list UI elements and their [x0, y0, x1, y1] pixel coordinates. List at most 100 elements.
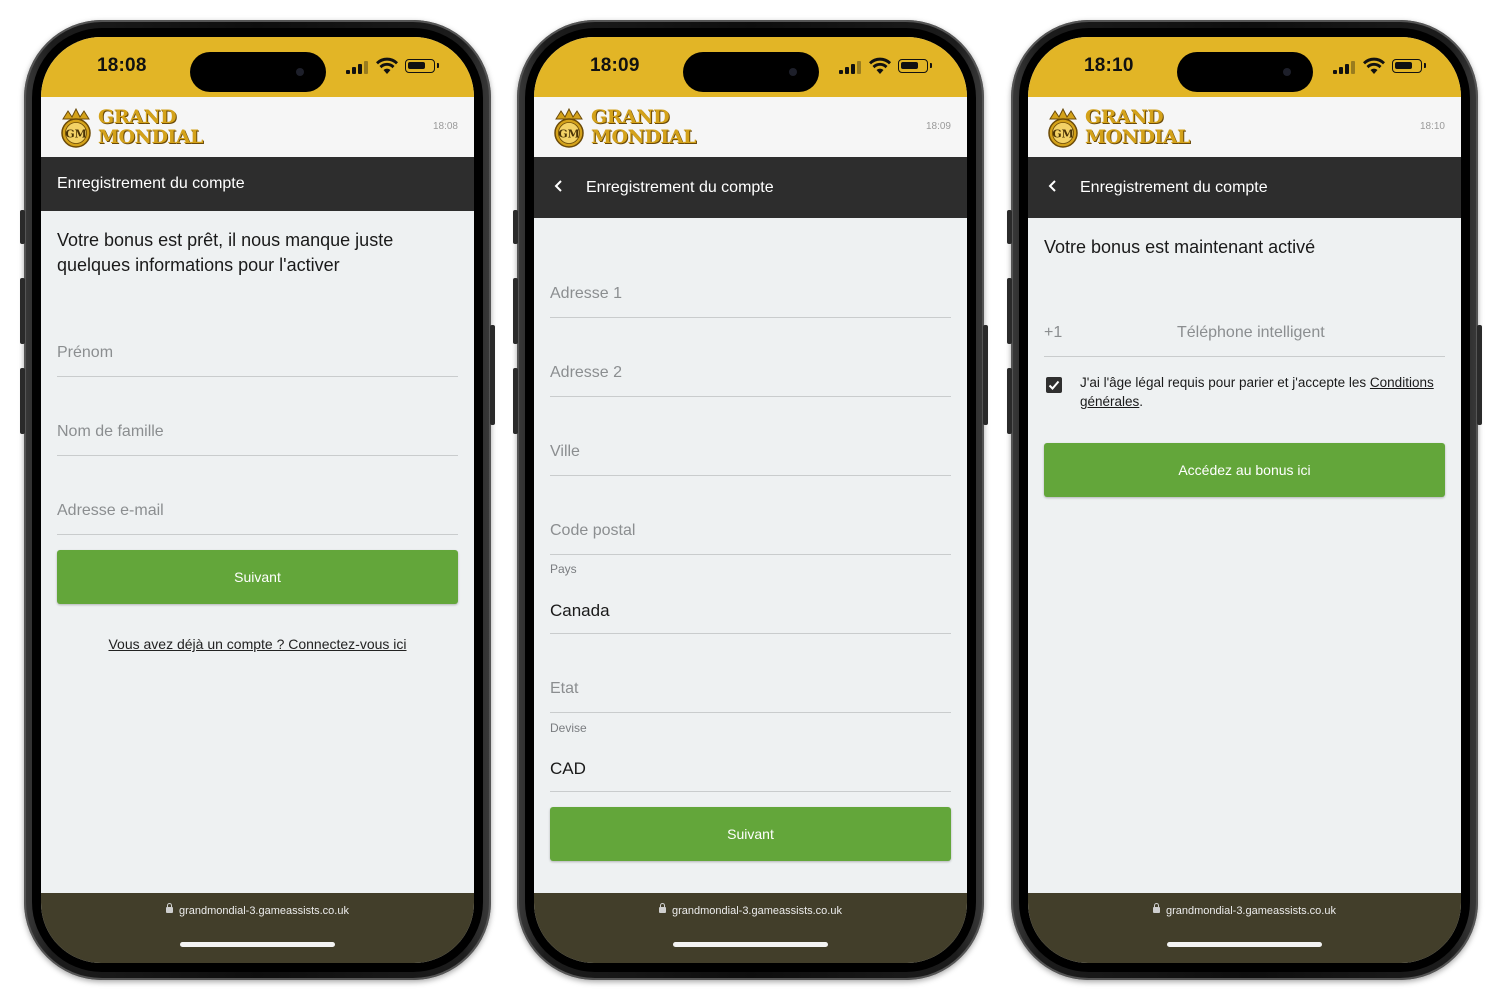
last-name-field[interactable]: Nom de famille — [57, 396, 458, 456]
status-bar: 18:09 — [534, 37, 967, 97]
country-select[interactable]: Pays Canada — [550, 554, 951, 634]
lock-icon — [1153, 903, 1160, 913]
page-clock: 18:09 — [925, 121, 951, 132]
page-title: Enregistrement du compte — [1080, 179, 1268, 196]
state-field[interactable]: Etat — [550, 653, 951, 713]
currency-label: Devise — [550, 721, 587, 735]
logo-bar: GM GRAND MONDIAL 18:09 — [534, 97, 967, 157]
country-value: Canada — [550, 601, 610, 620]
browser-url-bar[interactable]: grandmondial-3.gameassists.co.uk — [534, 893, 967, 963]
consent-row: J'ai l'âge légal requis pour parier et j… — [1044, 373, 1445, 413]
crown-emblem-icon: GM — [61, 107, 91, 148]
dynamic-island — [190, 52, 326, 92]
battery-icon — [405, 59, 439, 73]
form-content: Votre bonus est prêt, il nous manque jus… — [57, 211, 458, 893]
screen-1: 18:08 GM GRAND MONDIAL 18:08 Enregistrem… — [41, 37, 474, 963]
state-placeholder: Etat — [550, 680, 579, 697]
chevron-left-icon[interactable] — [554, 179, 564, 193]
postal-code-placeholder: Code postal — [550, 522, 636, 539]
page-title: Enregistrement du compte — [586, 179, 774, 196]
grand-mondial-logo[interactable]: GM GRAND MONDIAL — [1042, 105, 1202, 151]
currency-value: CAD — [550, 759, 586, 778]
app-header: Enregistrement du compte — [534, 157, 967, 218]
logo-grand: GRAND — [591, 106, 670, 128]
status-time: 18:09 — [590, 55, 640, 76]
logo-mondial: MONDIAL — [98, 126, 203, 148]
phone-frame-1: 18:08 GM GRAND MONDIAL 18:08 Enregistrem… — [20, 20, 495, 980]
country-code-prefix[interactable]: +1 — [1044, 324, 1062, 342]
screen-2: 18:09 GM GRAND MONDIAL 18:09 Enregistrem… — [534, 37, 967, 963]
home-indicator[interactable] — [1167, 942, 1322, 947]
phone-frame-3: 18:10 GM GRAND MONDIAL 18:10 Enregistrem… — [1007, 20, 1482, 980]
status-bar: 18:08 — [41, 37, 474, 97]
page-clock: 18:08 — [432, 121, 458, 132]
browser-url-bar[interactable]: grandmondial-3.gameassists.co.uk — [41, 893, 474, 963]
email-field[interactable]: Adresse e-mail — [57, 475, 458, 535]
address2-placeholder: Adresse 2 — [550, 364, 623, 381]
address1-field[interactable]: Adresse 1 — [550, 258, 951, 318]
bonus-activated-headline: Votre bonus est maintenant activé — [1044, 237, 1316, 257]
email-placeholder: Adresse e-mail — [57, 502, 164, 519]
phone-placeholder: Téléphone intelligent — [1177, 324, 1325, 341]
first-name-field[interactable]: Prénom — [57, 317, 458, 377]
crown-emblem-icon: GM — [554, 107, 584, 148]
browser-url-bar[interactable]: grandmondial-3.gameassists.co.uk — [1028, 893, 1461, 963]
form-content: Votre bonus est maintenant activé +1 Tél… — [1044, 218, 1445, 893]
lock-icon — [659, 903, 666, 913]
logo-grand: GRAND — [98, 106, 177, 128]
svg-text:GM: GM — [65, 128, 87, 141]
url-text: grandmondial-3.gameassists.co.uk — [1166, 905, 1336, 917]
page-clock: 18:10 — [1419, 121, 1445, 132]
battery-icon — [1392, 59, 1426, 73]
first-name-placeholder: Prénom — [57, 344, 114, 361]
wifi-icon — [376, 57, 398, 74]
home-indicator[interactable] — [673, 942, 828, 947]
status-time: 18:08 — [97, 55, 147, 76]
screen-3: 18:10 GM GRAND MONDIAL 18:10 Enregistrem… — [1028, 37, 1461, 963]
logo-mondial: MONDIAL — [591, 126, 696, 148]
status-time: 18:10 — [1084, 55, 1134, 76]
consent-checkbox[interactable] — [1046, 377, 1062, 393]
page-title: Enregistrement du compte — [57, 175, 245, 192]
consent-text: J'ai l'âge légal requis pour parier et j… — [1080, 375, 1434, 409]
form-content: Adresse 1 Adresse 2 Ville Code postal Pa… — [550, 218, 951, 893]
wifi-icon — [869, 57, 891, 74]
dynamic-island — [683, 52, 819, 92]
currency-select[interactable]: Devise CAD — [550, 713, 951, 792]
last-name-placeholder: Nom de famille — [57, 423, 164, 440]
app-header: Enregistrement du compte — [1028, 157, 1461, 218]
city-placeholder: Ville — [550, 443, 580, 460]
checkmark-icon — [1048, 380, 1060, 390]
phone-frame-2: 18:09 GM GRAND MONDIAL 18:09 Enregistrem… — [513, 20, 988, 980]
lock-icon — [166, 903, 173, 913]
grand-mondial-logo[interactable]: GM GRAND MONDIAL — [548, 105, 708, 151]
next-button[interactable]: Suivant — [550, 807, 951, 861]
chevron-left-icon[interactable] — [1048, 179, 1058, 193]
svg-text:GM: GM — [558, 128, 580, 141]
bonus-headline: Votre bonus est prêt, il nous manque jus… — [57, 230, 394, 275]
url-text: grandmondial-3.gameassists.co.uk — [179, 905, 349, 917]
address1-placeholder: Adresse 1 — [550, 285, 623, 302]
postal-code-field[interactable]: Code postal — [550, 495, 951, 555]
signal-icon — [346, 61, 368, 74]
access-bonus-button[interactable]: Accédez au bonus ici — [1044, 443, 1445, 497]
address2-field[interactable]: Adresse 2 — [550, 337, 951, 397]
home-indicator[interactable] — [180, 942, 335, 947]
app-header: Enregistrement du compte — [41, 157, 474, 211]
logo-grand: GRAND — [1085, 106, 1164, 128]
logo-bar: GM GRAND MONDIAL 18:10 — [1028, 97, 1461, 157]
signal-icon — [839, 61, 861, 74]
signal-icon — [1333, 61, 1355, 74]
grand-mondial-logo[interactable]: GM GRAND MONDIAL — [55, 105, 215, 151]
city-field[interactable]: Ville — [550, 416, 951, 476]
login-link[interactable]: Vous avez déjà un compte ? Connectez-vou… — [57, 636, 458, 652]
url-text: grandmondial-3.gameassists.co.uk — [672, 905, 842, 917]
logo-mondial: MONDIAL — [1085, 126, 1190, 148]
status-bar: 18:10 — [1028, 37, 1461, 97]
logo-bar: GM GRAND MONDIAL 18:08 — [41, 97, 474, 157]
next-button[interactable]: Suivant — [57, 550, 458, 604]
battery-icon — [898, 59, 932, 73]
country-label: Pays — [550, 562, 577, 576]
phone-number-field[interactable]: +1 Téléphone intelligent — [1044, 297, 1445, 357]
wifi-icon — [1363, 57, 1385, 74]
